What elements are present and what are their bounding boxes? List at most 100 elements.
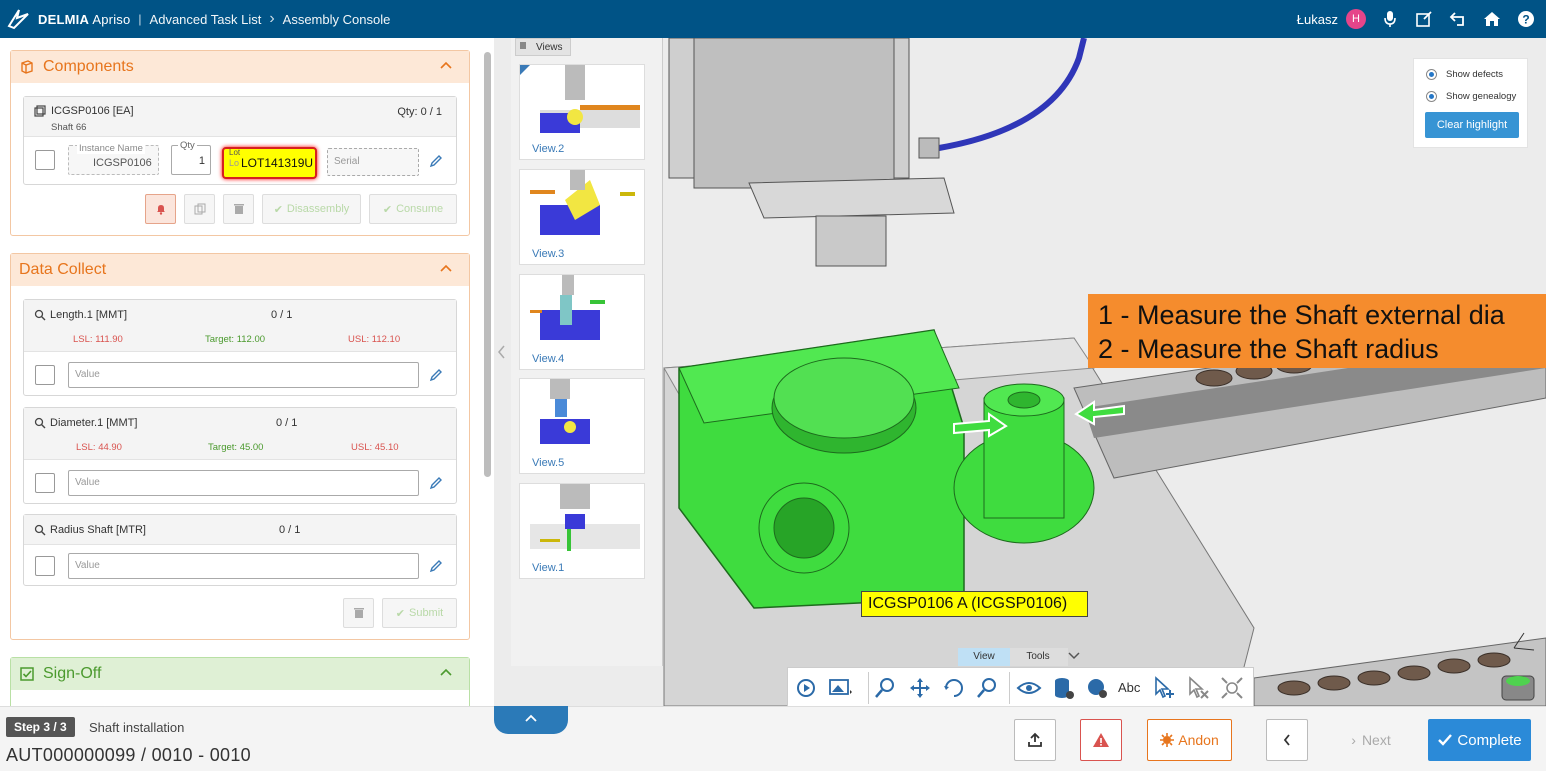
lot-label: Lot (229, 148, 241, 157)
measurement-header: Diameter.1 [MMT] 0 / 1 LSL: 44.90 Target… (24, 408, 456, 460)
check-icon: ✔ (395, 607, 405, 620)
submit-button[interactable]: ✔ Submit (382, 598, 457, 628)
show-genealogy-radio[interactable] (1426, 91, 1437, 102)
zoom-search-icon[interactable] (874, 676, 896, 700)
fit-all-icon[interactable] (1220, 676, 1244, 700)
lot-input[interactable]: Lot Lo LOT141319U (222, 147, 317, 179)
usl-text: USL: 45.10 (351, 442, 399, 453)
complete-button[interactable]: Complete (1428, 719, 1531, 761)
avatar[interactable]: H (1346, 9, 1366, 29)
tab-tools[interactable]: Tools (1013, 648, 1063, 666)
report-issue-button[interactable] (1080, 719, 1122, 761)
chevron-up-icon[interactable] (439, 666, 453, 680)
microphone-icon[interactable] (1380, 9, 1400, 29)
pencil-icon[interactable] (429, 154, 443, 168)
database-icon[interactable] (1052, 676, 1076, 700)
rotate-icon[interactable] (942, 676, 966, 700)
previous-button[interactable] (1266, 719, 1308, 761)
pencil-icon[interactable] (429, 368, 443, 382)
help-icon[interactable]: ? (1516, 9, 1536, 29)
view-thumbnail-2[interactable]: View.2 (519, 64, 645, 160)
highlight-options-panel: Show defects Show genealogy Clear highli… (1413, 58, 1528, 148)
measurement-count: 0 / 1 (271, 309, 293, 321)
pencil-icon[interactable] (429, 476, 443, 490)
cube-icon (21, 60, 33, 74)
view-thumbnail-3[interactable]: View.3 (519, 169, 645, 265)
usl-text: USL: 112.10 (348, 334, 400, 345)
expand-panel-button[interactable] (494, 706, 568, 734)
andon-button[interactable]: Andon (1147, 719, 1232, 761)
chevron-up-icon[interactable] (439, 59, 453, 73)
consume-button[interactable]: ✔ Consume (369, 194, 457, 224)
check-icon: ✔ (273, 203, 283, 216)
collapse-left-icon[interactable] (497, 345, 507, 359)
instance-name-label: Instance Name (77, 143, 145, 154)
play-view-icon[interactable] (794, 676, 818, 700)
left-scrollbar[interactable] (484, 52, 491, 477)
value-input[interactable]: Value (68, 553, 419, 579)
bottom-bar: Step 3 / 3 Shaft installation AUT0000000… (0, 706, 1546, 771)
part-label[interactable]: ICGSP0106 A (ICGSP0106) (861, 591, 1088, 617)
edit-window-icon[interactable] (1414, 9, 1434, 29)
components-header[interactable]: Components (11, 51, 469, 83)
brand: DELMIA Apriso (38, 12, 130, 27)
components-title: Components (43, 58, 134, 75)
consume-label: Consume (396, 203, 444, 215)
value-input[interactable]: Value (68, 362, 419, 388)
pan-icon[interactable] (908, 676, 932, 700)
target-value: 45.00 (239, 442, 264, 453)
instruction-line-1: 1 - Measure the Shaft external dia (1098, 300, 1505, 330)
globe-settings-icon[interactable] (1085, 676, 1109, 700)
view-preview (530, 170, 635, 235)
top-bar: DELMIA Apriso | Advanced Task List › Ass… (0, 0, 1546, 38)
chevron-up-icon[interactable] (439, 262, 453, 276)
image-view-icon[interactable] (828, 676, 854, 700)
delete-data-button[interactable] (343, 598, 374, 628)
breadcrumb-advanced-task-list[interactable]: Advanced Task List (150, 12, 262, 27)
chevron-right-icon: › (1351, 732, 1356, 748)
copy-button[interactable] (184, 194, 215, 224)
disassembly-button[interactable]: ✔ Disassembly (262, 194, 361, 224)
disassembly-label: Disassembly (286, 203, 350, 215)
order-number: AUT000000099 / 0010 - 0010 (6, 745, 251, 765)
qty-input[interactable]: Qty 1 (171, 140, 211, 175)
zoom-area-icon[interactable] (975, 676, 999, 700)
next-button[interactable]: › Next (1330, 719, 1412, 761)
measurement-name: Diameter.1 [MMT] (50, 417, 138, 429)
delete-component-button[interactable] (223, 194, 254, 224)
upload-button[interactable] (1014, 719, 1056, 761)
usl-label: USL: (351, 442, 373, 453)
pencil-icon[interactable] (429, 559, 443, 573)
select-add-icon[interactable] (1152, 676, 1176, 700)
chevron-down-icon[interactable] (1068, 651, 1080, 661)
back-arrow-icon[interactable] (1448, 9, 1468, 29)
checkbox-icon (20, 667, 34, 681)
component-checkbox[interactable] (35, 150, 55, 170)
tab-view[interactable]: View (958, 648, 1010, 666)
toolbar-divider (868, 672, 869, 704)
measurement-checkbox[interactable] (35, 365, 55, 385)
eye-view-icon[interactable] (1016, 676, 1042, 700)
annotation-text-tool[interactable]: Abc (1118, 680, 1140, 695)
clear-highlight-button[interactable]: Clear highlight (1425, 112, 1519, 138)
measurement-checkbox[interactable] (35, 473, 55, 493)
select-remove-icon[interactable] (1186, 676, 1210, 700)
home-icon[interactable] (1482, 9, 1502, 29)
show-defects-label: Show defects (1446, 69, 1504, 80)
view-thumbnail-4[interactable]: View.4 (519, 274, 645, 370)
measurement-checkbox[interactable] (35, 556, 55, 576)
lsl-text: LSL: 111.90 (73, 334, 123, 345)
signoff-title: Sign-Off (43, 665, 102, 682)
component-card: ICGSP0106 [EA] Shaft 66 Qty: 0 / 1 Insta… (23, 96, 457, 185)
show-defects-radio[interactable] (1426, 69, 1437, 80)
views-tab[interactable]: Views (515, 38, 571, 56)
value-input[interactable]: Value (68, 470, 419, 496)
measurement-name: Length.1 [MMT] (50, 309, 128, 321)
alert-bell-button[interactable] (145, 194, 176, 224)
user-name[interactable]: Łukasz (1297, 12, 1338, 27)
view-thumbnail-5[interactable]: View.5 (519, 378, 645, 474)
signoff-header[interactable]: Sign-Off (11, 658, 469, 690)
data-collect-header[interactable]: Data Collect (11, 254, 469, 286)
view-thumbnail-1[interactable]: View.1 (519, 483, 645, 579)
warning-icon (1093, 733, 1109, 747)
